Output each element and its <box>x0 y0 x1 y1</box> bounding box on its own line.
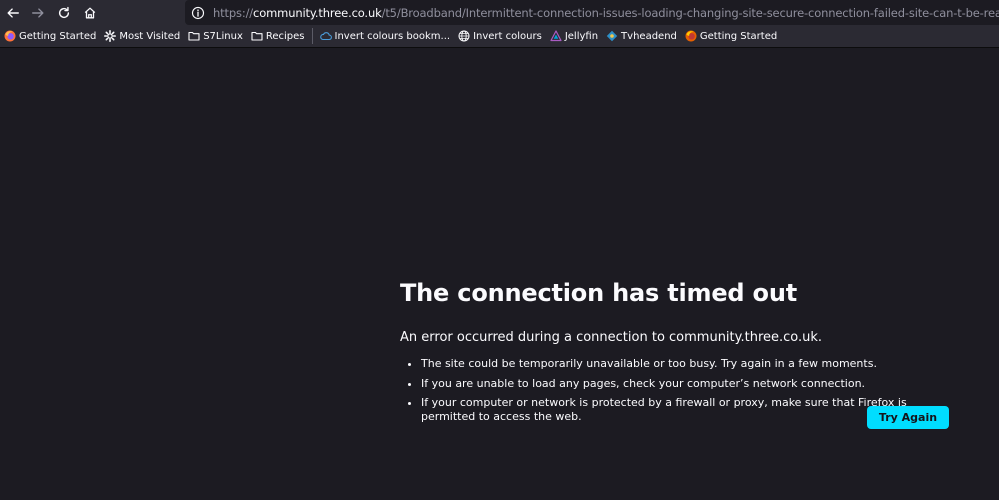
info-icon[interactable] <box>191 6 205 20</box>
bookmark-label: Invert colours bookm... <box>334 30 451 42</box>
jellyfin-icon <box>550 30 562 42</box>
home-icon <box>84 7 96 18</box>
tvheadend-icon <box>606 30 618 42</box>
try-again-button[interactable]: Try Again <box>867 406 949 429</box>
url-host: community.three.co.uk <box>253 5 382 20</box>
url-text[interactable]: https://community.three.co.uk/t5/Broadba… <box>213 6 999 20</box>
arrow-right-icon <box>32 7 44 18</box>
bookmark-label: Invert colours <box>473 30 542 42</box>
url-bar[interactable]: https://community.three.co.uk/t5/Broadba… <box>185 0 999 25</box>
page-content: The connection has timed out An error oc… <box>0 48 999 500</box>
folder-icon <box>251 30 263 42</box>
bookmark-tvheadend[interactable]: Tvheadend <box>602 26 681 46</box>
bookmarks-toolbar: Getting Started Most Visited S7Linux Rec… <box>0 25 999 48</box>
bookmark-label: Jellyfin <box>564 30 599 42</box>
bookmark-label: Getting Started <box>699 30 778 42</box>
cloud-icon <box>319 30 332 42</box>
nav-toolbar: https://community.three.co.uk/t5/Broadba… <box>0 0 999 25</box>
folder-icon <box>188 30 200 42</box>
bookmark-folder-recipes[interactable]: Recipes <box>247 26 309 46</box>
bookmark-getting-started[interactable]: Getting Started <box>0 26 100 46</box>
bookmark-folder-s7linux[interactable]: S7Linux <box>184 26 247 46</box>
url-scheme: https:// <box>213 5 254 20</box>
bookmark-getting-started-2[interactable]: Getting Started <box>681 26 781 46</box>
firefox-icon <box>4 30 16 42</box>
firefox-icon <box>685 30 697 42</box>
forward-button[interactable] <box>25 0 51 25</box>
bookmark-label: Recipes <box>265 30 305 42</box>
gear-icon <box>104 30 117 42</box>
home-button[interactable] <box>77 0 103 25</box>
error-title: The connection has timed out <box>400 279 797 307</box>
globe-icon <box>458 30 470 42</box>
url-path: /t5/Broadband/Intermittent-connection-is… <box>381 5 999 20</box>
bookmark-label: Getting Started <box>19 30 97 42</box>
bookmark-label: Most Visited <box>119 30 181 42</box>
bookmark-label: S7Linux <box>203 30 243 42</box>
arrow-left-icon <box>7 7 19 18</box>
reload-icon <box>58 6 70 18</box>
bookmark-jellyfin[interactable]: Jellyfin <box>546 26 602 46</box>
bookmarks-separator <box>311 28 313 44</box>
bookmark-invert-colours[interactable]: Invert colours <box>454 26 546 46</box>
back-button[interactable] <box>0 0 26 25</box>
error-suggestion: If you are unable to load any pages, che… <box>421 377 960 391</box>
error-suggestion: The site could be temporarily unavailabl… <box>421 357 960 371</box>
bookmark-most-visited[interactable]: Most Visited <box>100 26 184 46</box>
error-intro: An error occurred during a connection to… <box>400 330 823 345</box>
bookmark-label: Tvheadend <box>621 30 677 42</box>
reload-button[interactable] <box>51 0 77 25</box>
bookmark-invert-colours-bookmarklet[interactable]: Invert colours bookm... <box>316 26 455 46</box>
